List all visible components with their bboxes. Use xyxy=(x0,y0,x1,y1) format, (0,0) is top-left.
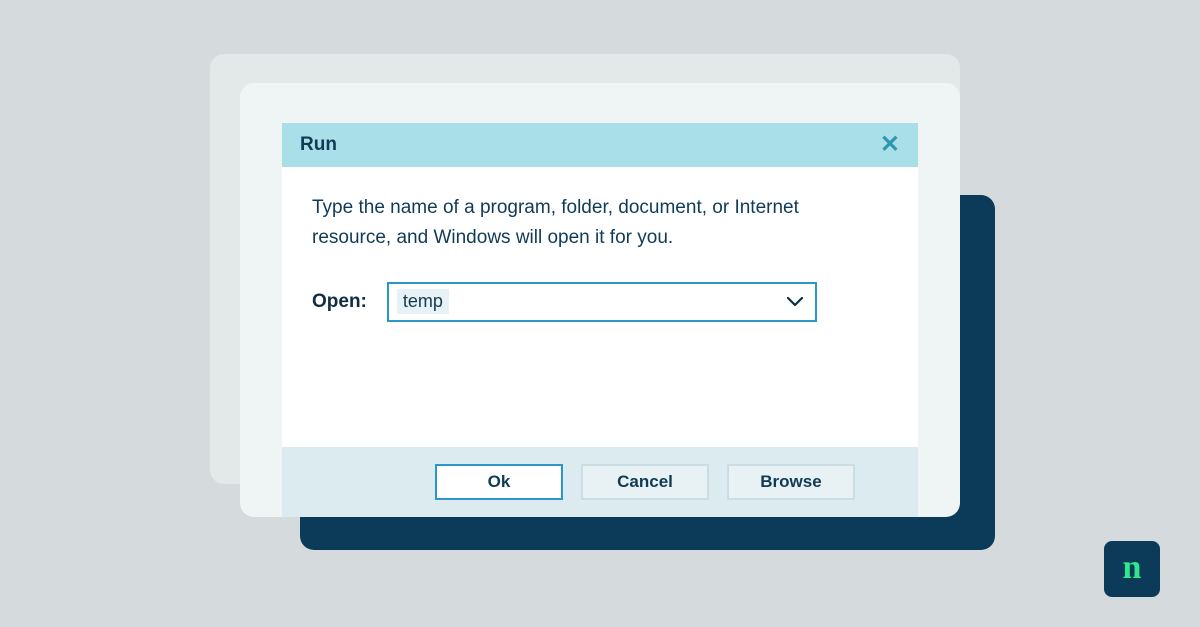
dialog-buttonbar: Ok Cancel Browse xyxy=(282,447,918,517)
dialog-description: Type the name of a program, folder, docu… xyxy=(312,193,852,254)
open-combobox[interactable]: temp xyxy=(387,282,817,322)
dialog-body: Type the name of a program, folder, docu… xyxy=(282,167,918,447)
browse-button[interactable]: Browse xyxy=(727,464,855,500)
run-dialog: Run ✕ Type the name of a program, folder… xyxy=(282,123,918,517)
cancel-button-label: Cancel xyxy=(617,472,673,492)
cancel-button[interactable]: Cancel xyxy=(581,464,709,500)
open-label: Open: xyxy=(312,291,367,313)
brand-letter: n xyxy=(1123,551,1142,585)
chevron-down-icon[interactable] xyxy=(787,297,803,307)
open-value: temp xyxy=(397,289,449,314)
close-icon[interactable]: ✕ xyxy=(880,133,900,157)
run-dialog-frame: Run ✕ Type the name of a program, folder… xyxy=(240,83,960,517)
dialog-title: Run xyxy=(300,134,337,156)
ok-button[interactable]: Ok xyxy=(435,464,563,500)
dialog-titlebar: Run ✕ xyxy=(282,123,918,167)
brand-badge: n xyxy=(1104,541,1160,597)
open-row: Open: temp xyxy=(312,282,888,322)
ok-button-label: Ok xyxy=(488,472,511,492)
browse-button-label: Browse xyxy=(760,472,821,492)
